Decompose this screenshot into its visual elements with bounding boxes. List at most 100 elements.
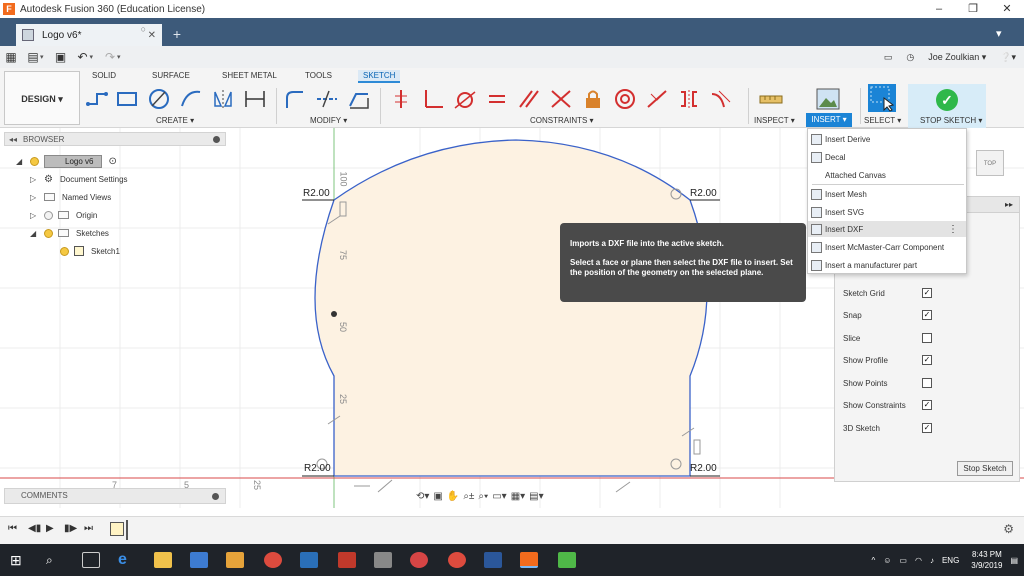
radius-dimension-bottom-right[interactable]: R2.00 [690,463,717,474]
fix-lock-icon[interactable] [580,87,606,111]
task-app-icon[interactable] [190,552,208,568]
menu-item-insert-manufacturer-part[interactable]: Insert a manufacturer part [808,257,966,273]
symmetry-constraint-icon[interactable] [676,87,702,111]
close-tab-icon[interactable]: ✕ [148,30,156,41]
rectangle-tool-icon[interactable] [114,87,140,111]
notifications-icon[interactable]: ▤ [1010,556,1018,565]
edge-browser-icon[interactable]: e [118,552,136,568]
new-tab-icon[interactable]: + [168,25,186,43]
tab-surface[interactable]: SURFACE [152,71,190,80]
more-options-icon[interactable]: ⋮ [948,224,958,235]
select-tool-icon[interactable] [868,84,896,112]
browser-node-named-views[interactable]: ▷ Named Views [30,190,111,204]
timeline-settings-gear-icon[interactable]: ⚙ [1003,522,1014,536]
stop-sketch-group-label[interactable]: STOP SKETCH ▾ [920,116,982,125]
volume-icon[interactable]: ♪ [930,556,934,565]
user-account-menu[interactable]: Joe Zoulkian ▾ [928,52,986,63]
radius-dimension-top-left[interactable]: R2.00 [303,188,330,199]
sketch-option-checkbox[interactable] [922,333,932,343]
sketch-option-checkbox[interactable]: ✓ [922,355,932,365]
collapse-triangle-icon[interactable]: ◢ [16,157,24,166]
radius-dimension-top-right[interactable]: R2.00 [690,188,717,199]
sketch-option-checkbox[interactable]: ✓ [922,423,932,433]
chrome-icon[interactable] [264,552,282,568]
expand-triangle-icon[interactable]: ▷ [30,211,38,220]
language-indicator[interactable]: ENG [942,556,959,565]
chrome-profile-icon[interactable] [448,552,466,568]
expand-triangle-icon[interactable]: ▷ [30,175,38,184]
browser-node-sketch1[interactable]: Sketch1 [60,244,120,258]
tray-expand-icon[interactable]: ^ [871,556,875,565]
stop-sketch-button[interactable]: Stop Sketch [957,461,1013,476]
tab-sketch[interactable]: SKETCH [358,70,401,83]
step-forward-icon[interactable]: ▮▶ [64,523,77,534]
menu-item-insert-dxf[interactable]: Insert DXF ⋮ [808,221,966,237]
line-tool-icon[interactable] [84,87,110,111]
inspect-group-label[interactable]: INSPECT ▾ [754,116,795,125]
tab-tools[interactable]: TOOLS [305,71,332,80]
document-tab[interactable]: Logo v6* ○ ✕ [16,24,162,46]
tangent-constraint-icon[interactable] [452,87,478,111]
visibility-bulb-icon[interactable] [60,246,69,256]
look-at-icon[interactable]: ▣ [433,491,442,502]
perpendicular-constraint-icon[interactable] [420,87,446,111]
sketch-option-checkbox[interactable]: ✓ [922,288,932,298]
browser-header[interactable]: ◂◂ BROWSER [4,132,226,146]
coincident-constraint-icon[interactable] [388,87,414,111]
word-icon[interactable] [484,552,502,568]
display-settings-icon[interactable]: ▭▾ [492,491,506,502]
grid-settings-icon[interactable]: ▦▾ [511,491,525,502]
viewports-icon[interactable]: ▤▾ [529,491,543,502]
tab-solid[interactable]: SOLID [92,71,116,80]
people-icon[interactable]: ☺ [883,556,891,565]
go-to-start-icon[interactable]: ⏮ [8,523,17,534]
collapse-triangle-icon[interactable]: ◢ [30,229,38,238]
constraints-group-label[interactable]: CONSTRAINTS ▾ [530,116,594,125]
browser-node-document-settings[interactable]: ▷ ⚙ Document Settings [30,172,128,186]
collapse-browser-icon[interactable]: ◂◂ [9,135,17,144]
modify-group-label[interactable]: MODIFY ▾ [310,116,347,125]
fillet-tool-icon[interactable] [282,87,308,111]
restore-icon[interactable]: ❐ [956,0,990,18]
visibility-bulb-icon[interactable] [44,228,53,238]
red-app-icon[interactable] [338,552,356,568]
menu-item-insert-derive[interactable]: Insert Derive [808,131,966,147]
battery-icon[interactable]: ▭ [899,556,907,565]
zoom-icon[interactable]: ⌕± [463,491,474,502]
curvature-constraint-icon[interactable] [708,87,734,111]
sketch-option-checkbox[interactable]: ✓ [922,400,932,410]
tab-sheet-metal[interactable]: SHEET METAL [222,71,277,80]
step-back-icon[interactable]: ◀▮ [28,523,41,534]
file-dropdown-icon[interactable]: ▾ [40,53,44,61]
mirror-tool-icon[interactable] [210,87,236,111]
play-icon[interactable]: ▶ [46,523,54,534]
menu-item-insert-mcmaster[interactable]: Insert McMaster-Carr Component [808,239,966,255]
browser-node-origin[interactable]: ▷ Origin [30,208,97,222]
insert-image-icon[interactable] [815,87,841,111]
menu-item-attached-canvas[interactable]: Attached Canvas [808,167,966,183]
tab-bar-options-icon[interactable]: ▾ [996,28,1008,40]
browser-options-icon[interactable] [213,136,220,143]
browser-node-sketches[interactable]: ◢ Sketches [30,226,109,240]
comments-options-icon[interactable] [212,493,219,500]
tab-pin-icon[interactable]: ○ [141,24,146,34]
comments-panel[interactable]: COMMENTS [4,488,226,504]
search-icon[interactable]: ⌕ [46,552,64,568]
calculator-icon[interactable] [374,552,392,568]
wifi-icon[interactable]: ◠ [915,556,922,565]
paint-app-icon[interactable] [410,552,428,568]
view-cube[interactable]: TOP [976,150,1004,176]
undo-dropdown-icon[interactable]: ▾ [90,53,94,61]
job-status-icon[interactable]: ▭ [884,52,893,63]
parallel-constraint-icon[interactable] [516,87,542,111]
create-group-label[interactable]: CREATE ▾ [156,116,194,125]
green-app-icon[interactable] [558,552,576,568]
blue-app-icon[interactable] [300,552,318,568]
clock[interactable]: 8:43 PM 3/9/2019 [971,549,1002,571]
menu-item-insert-mesh[interactable]: Insert Mesh [808,186,966,202]
minimize-icon[interactable]: – [922,0,956,18]
data-panel-grid-icon[interactable]: ▦ [0,50,22,64]
menu-item-insert-svg[interactable]: Insert SVG [808,204,966,220]
save-icon[interactable]: ▣ [50,50,72,64]
expand-triangle-icon[interactable]: ▷ [30,193,38,202]
